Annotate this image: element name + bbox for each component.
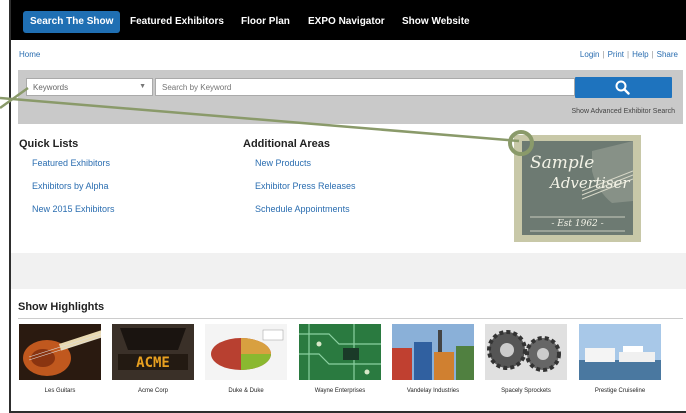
quick-lists-title: Quick Lists — [19, 138, 79, 150]
gears-thumb-icon — [485, 324, 567, 380]
area-new-products[interactable]: New Products — [255, 158, 311, 168]
highlight-label: Duke & Duke — [228, 388, 264, 394]
highlight-thumbnail: ACME — [112, 324, 194, 380]
highlight-card[interactable]: Vandelay Industries — [392, 324, 474, 394]
highlight-label: Wayne Enterprises — [314, 388, 366, 394]
nav-expo-navigator[interactable]: EXPO Navigator — [301, 11, 392, 33]
search-panel: Keywords ▼ Show Advanced Exhibitor Searc… — [18, 70, 683, 124]
highlight-label: Prestige Cruiseline — [594, 388, 646, 394]
nav-show-website[interactable]: Show Website — [395, 11, 477, 33]
nav-search-the-show[interactable]: Search The Show — [23, 11, 121, 33]
advertisement-banner[interactable]: Sample Advertiser - Est 1962 - — [514, 135, 641, 242]
svg-text:ACME: ACME — [136, 355, 170, 371]
highlight-label: Acme Corp — [137, 388, 168, 394]
highlight-thumbnail — [205, 324, 287, 380]
ad-established: - Est 1962 - — [551, 219, 604, 229]
cruise-ships-thumb-icon — [579, 324, 661, 380]
help-link[interactable]: Help — [632, 50, 648, 59]
highlight-thumbnail — [299, 324, 381, 380]
highlight-card[interactable]: Wayne Enterprises — [299, 324, 381, 394]
advanced-search-link[interactable]: Show Advanced Exhibitor Search — [571, 108, 675, 115]
highlight-thumbnail — [485, 324, 567, 380]
highlight-thumbnail — [579, 324, 661, 380]
search-scope-value: Keywords — [33, 83, 69, 92]
quick-list-new-exhibitors[interactable]: New 2015 Exhibitors — [32, 204, 115, 214]
pie-chart-thumb-icon — [205, 324, 287, 380]
login-link[interactable]: Login — [580, 50, 600, 59]
highlight-label: Vandelay Industries — [406, 388, 460, 394]
nav-floor-plan[interactable]: Floor Plan — [234, 11, 297, 33]
search-input[interactable] — [155, 78, 575, 96]
quick-list-exhibitors-by-alpha[interactable]: Exhibitors by Alpha — [32, 181, 109, 191]
top-navigation: Search The Show Featured Exhibitors Floo… — [11, 0, 686, 40]
utility-links: Login | Print | Help | Share — [580, 50, 678, 59]
share-link[interactable]: Share — [657, 50, 678, 59]
highlight-card[interactable]: ACME Acme Corp — [112, 324, 194, 394]
nav-featured-exhibitors[interactable]: Featured Exhibitors — [123, 11, 231, 33]
highlight-card[interactable]: Prestige Cruiseline — [579, 324, 661, 394]
page-frame: Search The Show Featured Exhibitors Floo… — [9, 0, 686, 413]
separator: | — [651, 50, 654, 59]
ad-line-sample: Sample — [530, 153, 595, 173]
spacer-band — [11, 253, 686, 289]
search-button[interactable] — [575, 77, 672, 98]
highlight-label: Spacely Sprockets — [501, 388, 551, 394]
acme-thumb-icon: ACME — [112, 324, 194, 380]
separator: | — [602, 50, 605, 59]
guitar-thumb-icon — [19, 324, 101, 380]
quick-list-featured-exhibitors[interactable]: Featured Exhibitors — [32, 158, 110, 168]
print-link[interactable]: Print — [608, 50, 624, 59]
highlight-card[interactable]: Les Guitars — [19, 324, 101, 394]
divider — [18, 318, 683, 319]
show-highlights-title: Show Highlights — [18, 301, 105, 313]
highlight-card[interactable]: Spacely Sprockets — [485, 324, 567, 394]
shipping-containers-thumb-icon — [392, 324, 474, 380]
additional-areas-title: Additional Areas — [243, 138, 330, 150]
area-exhibitor-press-releases[interactable]: Exhibitor Press Releases — [255, 181, 356, 191]
area-schedule-appointments[interactable]: Schedule Appointments — [255, 204, 350, 214]
ad-line-advertiser: Advertiser — [550, 174, 630, 192]
search-scope-select[interactable]: Keywords ▼ — [26, 78, 153, 96]
separator: | — [627, 50, 630, 59]
highlight-thumbnail — [19, 324, 101, 380]
circuit-board-thumb-icon — [299, 324, 381, 380]
highlight-card[interactable]: Duke & Duke — [205, 324, 287, 394]
search-icon — [615, 80, 630, 95]
highlight-thumbnail — [392, 324, 474, 380]
chevron-down-icon: ▼ — [139, 83, 146, 90]
ad-image: Sample Advertiser - Est 1962 - — [522, 141, 633, 235]
highlight-label: Les Guitars — [44, 388, 76, 394]
breadcrumb-home[interactable]: Home — [19, 50, 40, 59]
